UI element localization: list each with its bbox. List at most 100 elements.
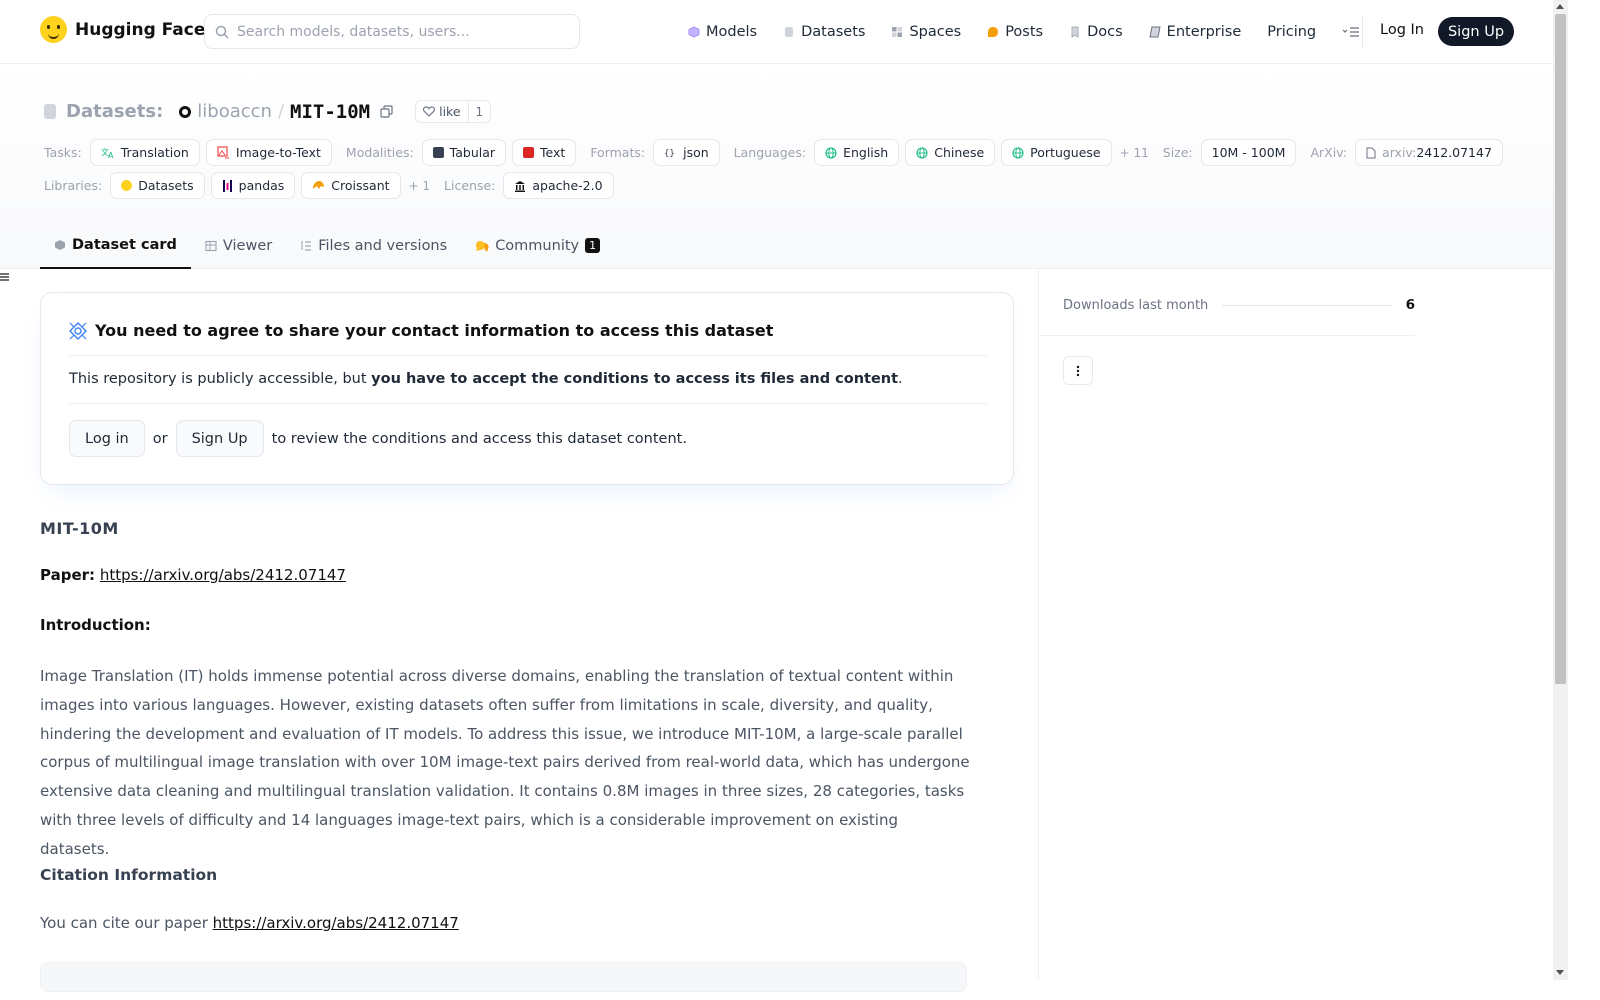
dataset-card-icon [55, 239, 65, 250]
tag-language-portuguese[interactable]: Portuguese [1001, 139, 1112, 166]
nav-models-link[interactable]: Models [688, 24, 757, 40]
dataset-icon [44, 104, 56, 119]
citation-code-block [40, 962, 967, 992]
tag-modality-text[interactable]: Text [512, 139, 577, 166]
tag-task-image-to-text[interactable]: Image-to-Text [205, 139, 332, 166]
tag-label: 10M - 100M [1211, 145, 1286, 160]
tag-task-translation[interactable]: 文A Translation [89, 139, 200, 166]
tab-community[interactable]: Community 1 [461, 222, 614, 269]
nav-pricing-link[interactable]: Pricing [1267, 24, 1316, 40]
enterprise-icon [1149, 26, 1161, 37]
owner-avatar-icon [179, 105, 192, 118]
paper-link[interactable]: https://arxiv.org/abs/2412.07147 [100, 566, 346, 584]
tag-library-croissant[interactable]: Croissant [301, 172, 401, 199]
tag-license[interactable]: apache-2.0 [503, 172, 614, 199]
libraries-more-button[interactable]: + 1 [409, 179, 431, 193]
tag-label: pandas [238, 178, 285, 193]
menu-icon [1342, 26, 1360, 37]
scroll-up-arrow-icon[interactable] [1556, 4, 1564, 9]
tag-language-english[interactable]: English [814, 139, 900, 166]
like-count[interactable]: 1 [469, 105, 491, 119]
like-button-label: like [416, 101, 469, 122]
login-link[interactable]: Log In [1380, 22, 1424, 38]
tab-files-and-versions[interactable]: Files and versions [286, 222, 461, 269]
brand-name: Hugging Face [75, 19, 206, 40]
globe-icon [1012, 146, 1024, 159]
image-to-text-icon [217, 146, 229, 159]
nav-models-label: Models [706, 23, 758, 40]
repo-name-link[interactable]: MIT-10M [290, 101, 370, 123]
more-options-button[interactable] [1063, 356, 1093, 385]
divider [69, 355, 987, 356]
json-icon: {} [664, 149, 675, 158]
nav-pricing-label: Pricing [1267, 23, 1317, 40]
document-icon [1366, 147, 1376, 158]
files-icon [301, 240, 312, 251]
languages-more-button[interactable]: + 11 [1120, 146, 1149, 160]
languages-label: Languages: [733, 145, 807, 160]
tag-label: Portuguese [1030, 145, 1101, 160]
pandas-icon [222, 179, 232, 192]
tag-modality-tabular[interactable]: Tabular [421, 139, 507, 166]
gate-login-button[interactable]: Log in [69, 420, 145, 457]
like-button[interactable]: like 1 [415, 100, 492, 123]
tag-label: English [843, 145, 889, 160]
nav-spaces-link[interactable]: Spaces [891, 24, 961, 40]
tag-label: json [683, 145, 709, 160]
gate-or-text: or [152, 430, 168, 447]
tag-label: Tabular [449, 145, 496, 160]
kebab-menu-icon [1076, 365, 1080, 376]
tab-label: Community [495, 237, 580, 254]
tab-viewer[interactable]: Viewer [191, 222, 286, 269]
tab-label: Dataset card [72, 236, 177, 253]
globe-icon [916, 146, 928, 159]
nav-enterprise-link[interactable]: Enterprise [1149, 24, 1241, 40]
gate-title: You need to agree to share your contact … [69, 321, 773, 340]
repo-tabs: Dataset card Viewer Files and versions C… [40, 222, 614, 269]
scroll-down-arrow-icon[interactable] [1556, 970, 1564, 975]
tag-format-json[interactable]: {} json [653, 139, 720, 166]
citation-heading: Citation Information [40, 866, 218, 884]
section-label[interactable]: Datasets: [66, 101, 163, 122]
tag-size[interactable]: 10M - 100M [1200, 139, 1297, 166]
tag-arxiv[interactable]: arxiv: 2412.07147 [1355, 139, 1503, 166]
nav-posts-link[interactable]: Posts [987, 24, 1043, 40]
page-scrollbar[interactable] [1553, 0, 1568, 980]
arxiv-prefix: arxiv: [1382, 145, 1417, 160]
svg-text:A: A [108, 151, 114, 159]
search-input[interactable] [237, 23, 557, 40]
brand-logo-link[interactable]: Hugging Face [40, 16, 205, 43]
gate-text-bold: you have to accept the conditions to acc… [371, 371, 899, 387]
tag-label: Chinese [934, 145, 985, 160]
license-icon [515, 180, 526, 192]
license-label: License: [444, 178, 496, 193]
downloads-stat: Downloads last month 6 [1063, 297, 1415, 313]
modalities-label: Modalities: [345, 145, 414, 160]
scroll-thumb[interactable] [1555, 14, 1566, 684]
nav-datasets-link[interactable]: Datasets [783, 24, 865, 40]
gate-signup-button[interactable]: Sign Up [175, 420, 264, 457]
nav-more-menu-button[interactable] [1342, 26, 1360, 38]
tag-language-chinese[interactable]: Chinese [905, 139, 996, 166]
gate-description: This repository is publicly accessible, … [69, 371, 903, 387]
gate-title-text: You need to agree to share your contact … [95, 321, 774, 340]
gate-after-text: to review the conditions and access this… [271, 430, 687, 447]
search-box[interactable] [204, 14, 580, 49]
introduction-paragraph: Image Translation (IT) holds immense pot… [40, 667, 970, 858]
signup-button[interactable]: Sign Up [1438, 17, 1514, 46]
introduction-heading: Introduction: [40, 616, 151, 634]
owner-link[interactable]: liboaccn [197, 101, 272, 122]
paper-line: Paper: https://arxiv.org/abs/2412.07147 [40, 566, 346, 584]
gate-text-plain: This repository is publicly accessible, … [69, 371, 372, 387]
nav-docs-link[interactable]: Docs [1069, 24, 1123, 40]
hugging-face-icon [121, 180, 133, 191]
tag-library-pandas[interactable]: pandas [210, 172, 296, 199]
dataset-header: Datasets: liboaccn / MIT-10M like 1 Task… [0, 64, 1553, 269]
gate-text-end: . [898, 371, 903, 387]
tab-dataset-card[interactable]: Dataset card [40, 222, 191, 269]
citation-link[interactable]: https://arxiv.org/abs/2412.07147 [213, 914, 459, 932]
tag-library-datasets[interactable]: Datasets [110, 172, 205, 199]
table-of-contents-icon[interactable] [0, 272, 9, 282]
tag-label: Datasets [138, 178, 194, 193]
copy-icon[interactable] [380, 105, 393, 118]
